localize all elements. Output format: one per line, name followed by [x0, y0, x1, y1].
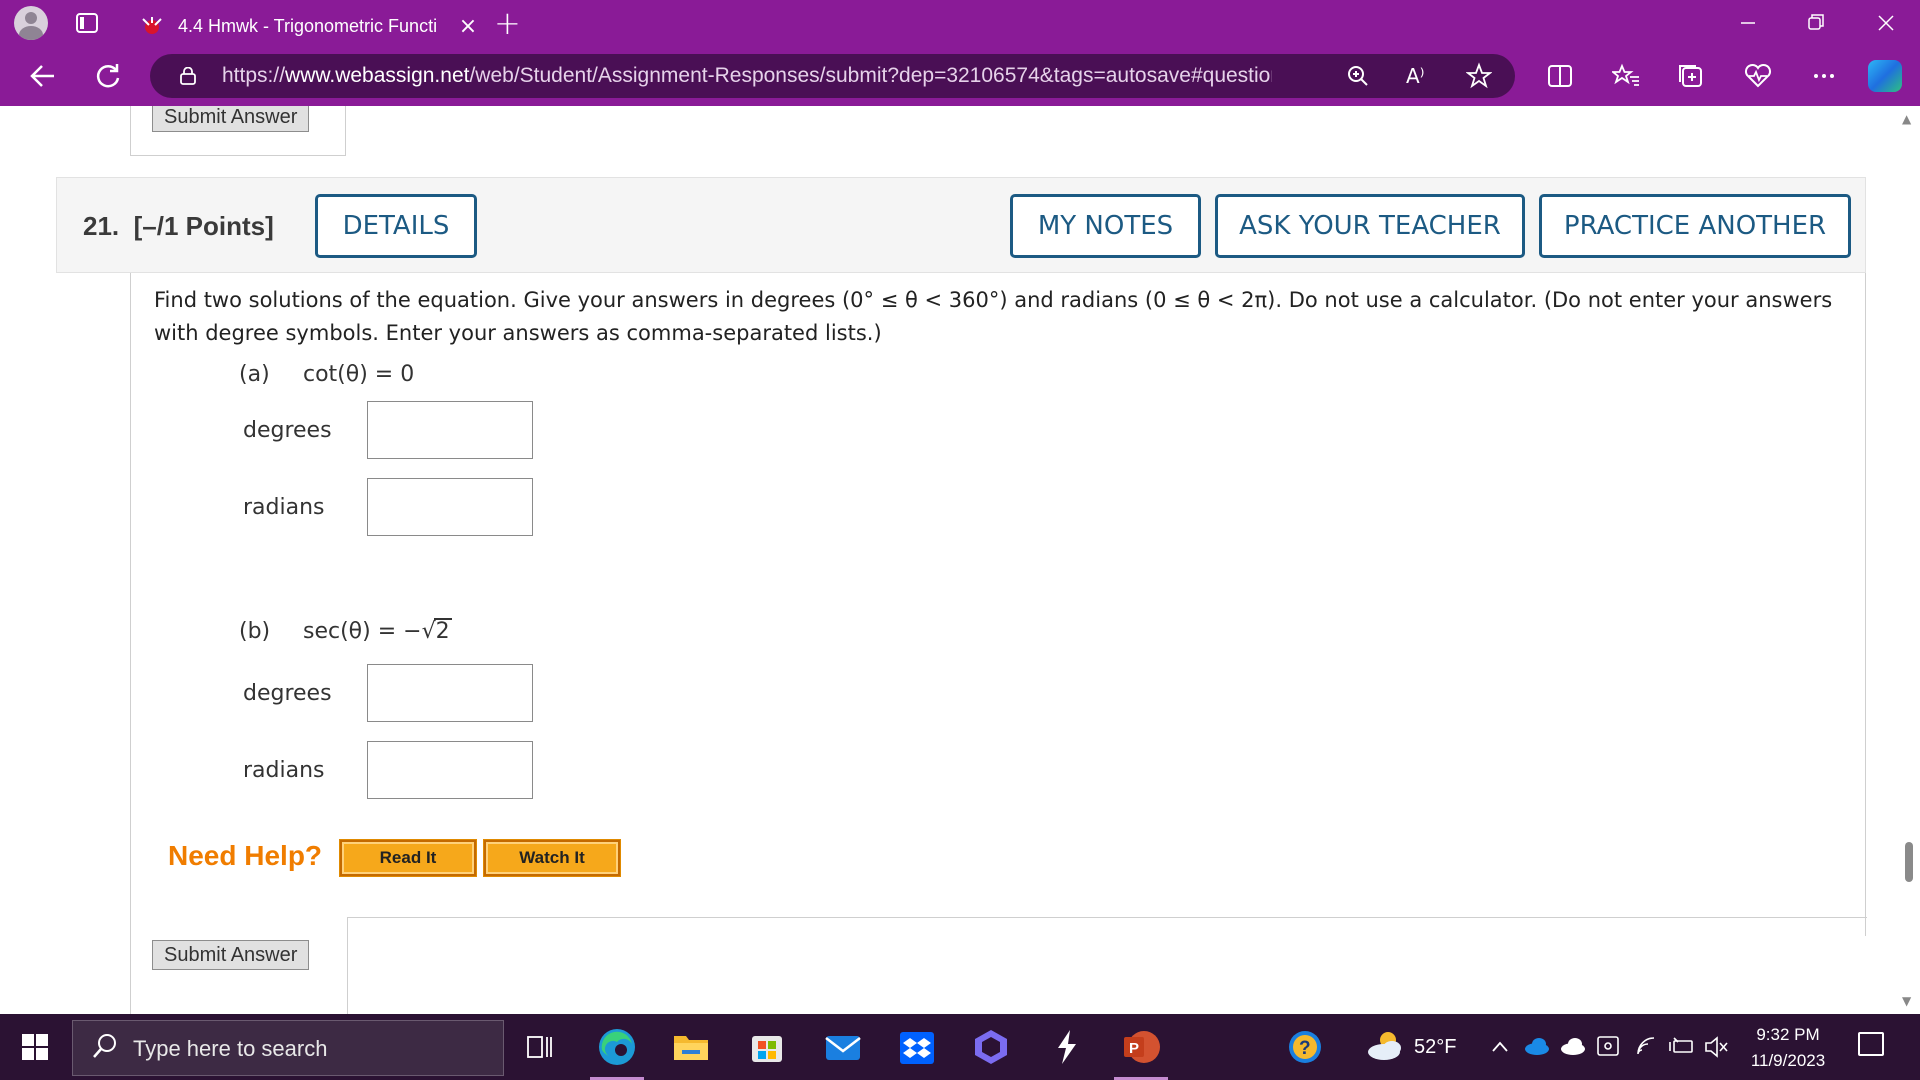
tab-actions-icon[interactable] — [76, 13, 98, 33]
windows-taskbar: Type here to search P ? 52°F 9:32 PM 11/… — [0, 1014, 1920, 1080]
browser-tab-active[interactable]: 4.4 Hmwk - Trigonometric Functi × — [124, 6, 484, 46]
show-hidden-icons-chevron-icon[interactable] — [1490, 1014, 1510, 1080]
lock-icon[interactable] — [180, 66, 196, 85]
microsoft-store-icon[interactable] — [746, 1026, 788, 1068]
taskbar-search-box[interactable]: Type here to search — [72, 1020, 504, 1076]
watch-it-button[interactable]: Watch It — [483, 839, 621, 877]
volume-muted-icon[interactable] — [1704, 1014, 1730, 1080]
weather-temperature[interactable]: 52°F — [1414, 1014, 1456, 1080]
clock-time: 9:32 PM — [1756, 1025, 1820, 1044]
tab-close-icon[interactable]: × — [456, 14, 480, 39]
app-bolt-icon[interactable] — [1046, 1026, 1088, 1068]
edge-browser-icon[interactable] — [590, 1026, 644, 1080]
file-explorer-icon[interactable] — [670, 1026, 712, 1068]
webassign-favicon-icon — [140, 15, 164, 37]
scroll-up-icon[interactable]: ▲ — [1902, 112, 1911, 126]
page-scrollbar[interactable]: ▲ ▼ — [1898, 106, 1920, 1014]
part-b-degrees-input[interactable] — [367, 664, 533, 722]
part-b-degrees-label: degrees — [243, 681, 332, 706]
part-b-radians-label: radians — [243, 758, 325, 783]
notifications-icon[interactable] — [1858, 1032, 1884, 1056]
search-icon — [91, 1031, 119, 1068]
my-notes-button[interactable]: MY NOTES — [1010, 194, 1201, 258]
square-root-symbol: √2 — [421, 618, 452, 644]
practice-another-button[interactable]: PRACTICE ANOTHER — [1539, 194, 1851, 258]
part-a-radians-input[interactable] — [367, 478, 533, 536]
close-window-icon[interactable] — [1866, 8, 1906, 38]
url-text[interactable]: https://www.webassign.net/web/Student/As… — [222, 54, 1272, 98]
battery-icon[interactable] — [1668, 1014, 1696, 1080]
question-header: 21. [–/1 Points] DETAILS MY NOTES ASK YO… — [56, 177, 1866, 273]
webassign-page: Submit Answer 21. [–/1 Points] DETAILS M… — [6, 106, 1898, 1014]
restore-icon[interactable] — [1796, 8, 1836, 38]
previous-submit-answer-button[interactable]: Submit Answer — [152, 106, 310, 132]
question-prompt: Find two solutions of the equation. Give… — [154, 288, 1833, 345]
dropbox-icon[interactable] — [896, 1026, 938, 1068]
bing-app-icon[interactable] — [970, 1026, 1012, 1068]
favorite-star-icon[interactable] — [1465, 54, 1493, 112]
part-a-degrees-label: degrees — [243, 418, 332, 443]
details-button[interactable]: DETAILS — [315, 194, 477, 258]
browser-toolbar: https://www.webassign.net/web/Student/As… — [0, 46, 1920, 106]
profile-avatar-icon[interactable] — [14, 6, 48, 40]
onedrive-icon[interactable] — [1524, 1014, 1550, 1080]
scrollbar-thumb[interactable] — [1905, 842, 1913, 882]
tab-title: 4.4 Hmwk - Trigonometric Functi — [178, 15, 438, 36]
scroll-down-icon[interactable]: ▼ — [1902, 994, 1911, 1008]
svg-text:P: P — [1129, 1040, 1139, 1057]
copilot-icon[interactable] — [1868, 60, 1902, 92]
svg-text:?: ? — [1299, 1038, 1311, 1059]
submit-answer-button[interactable]: Submit Answer — [152, 940, 310, 970]
wifi-icon[interactable] — [1634, 1014, 1660, 1080]
part-a-equation: (a) cot(θ) = 0 — [239, 362, 415, 387]
address-bar[interactable]: https://www.webassign.net/web/Student/As… — [150, 54, 1515, 98]
mail-icon[interactable] — [822, 1026, 864, 1068]
clock-date: 11/9/2023 — [1750, 1051, 1826, 1070]
part-a-degrees-input[interactable] — [367, 401, 533, 459]
system-clock[interactable]: 9:32 PM 11/9/2023 — [1740, 1022, 1836, 1074]
weather-icon[interactable] — [1364, 1026, 1406, 1068]
taskbar-search-placeholder: Type here to search — [133, 1036, 328, 1061]
ask-your-teacher-button[interactable]: ASK YOUR TEACHER — [1215, 194, 1525, 258]
part-b-radians-input[interactable] — [367, 741, 533, 799]
question-number: 21. [–/1 Points] — [83, 211, 274, 241]
part-b-equation: (b) sec(θ) = −√2 — [239, 618, 452, 644]
minimize-icon[interactable] — [1728, 8, 1768, 38]
task-view-icon[interactable] — [518, 1026, 560, 1068]
zoom-icon[interactable] — [1346, 54, 1370, 112]
need-help-label: Need Help? — [168, 840, 323, 871]
powerpoint-icon[interactable]: P — [1114, 1026, 1168, 1080]
read-it-button[interactable]: Read It — [339, 839, 477, 877]
device-manager-icon[interactable] — [1596, 1014, 1622, 1080]
new-tab-button[interactable]: + — [494, 4, 521, 42]
help-tips-icon[interactable]: ? — [1284, 1026, 1326, 1068]
read-aloud-icon[interactable]: A⁾ — [1406, 54, 1425, 98]
part-a-radians-label: radians — [243, 495, 325, 520]
onedrive-personal-icon[interactable] — [1560, 1014, 1586, 1080]
browser-title-bar: 4.4 Hmwk - Trigonometric Functi × + — [0, 0, 1920, 46]
windows-start-icon[interactable] — [22, 1034, 48, 1060]
